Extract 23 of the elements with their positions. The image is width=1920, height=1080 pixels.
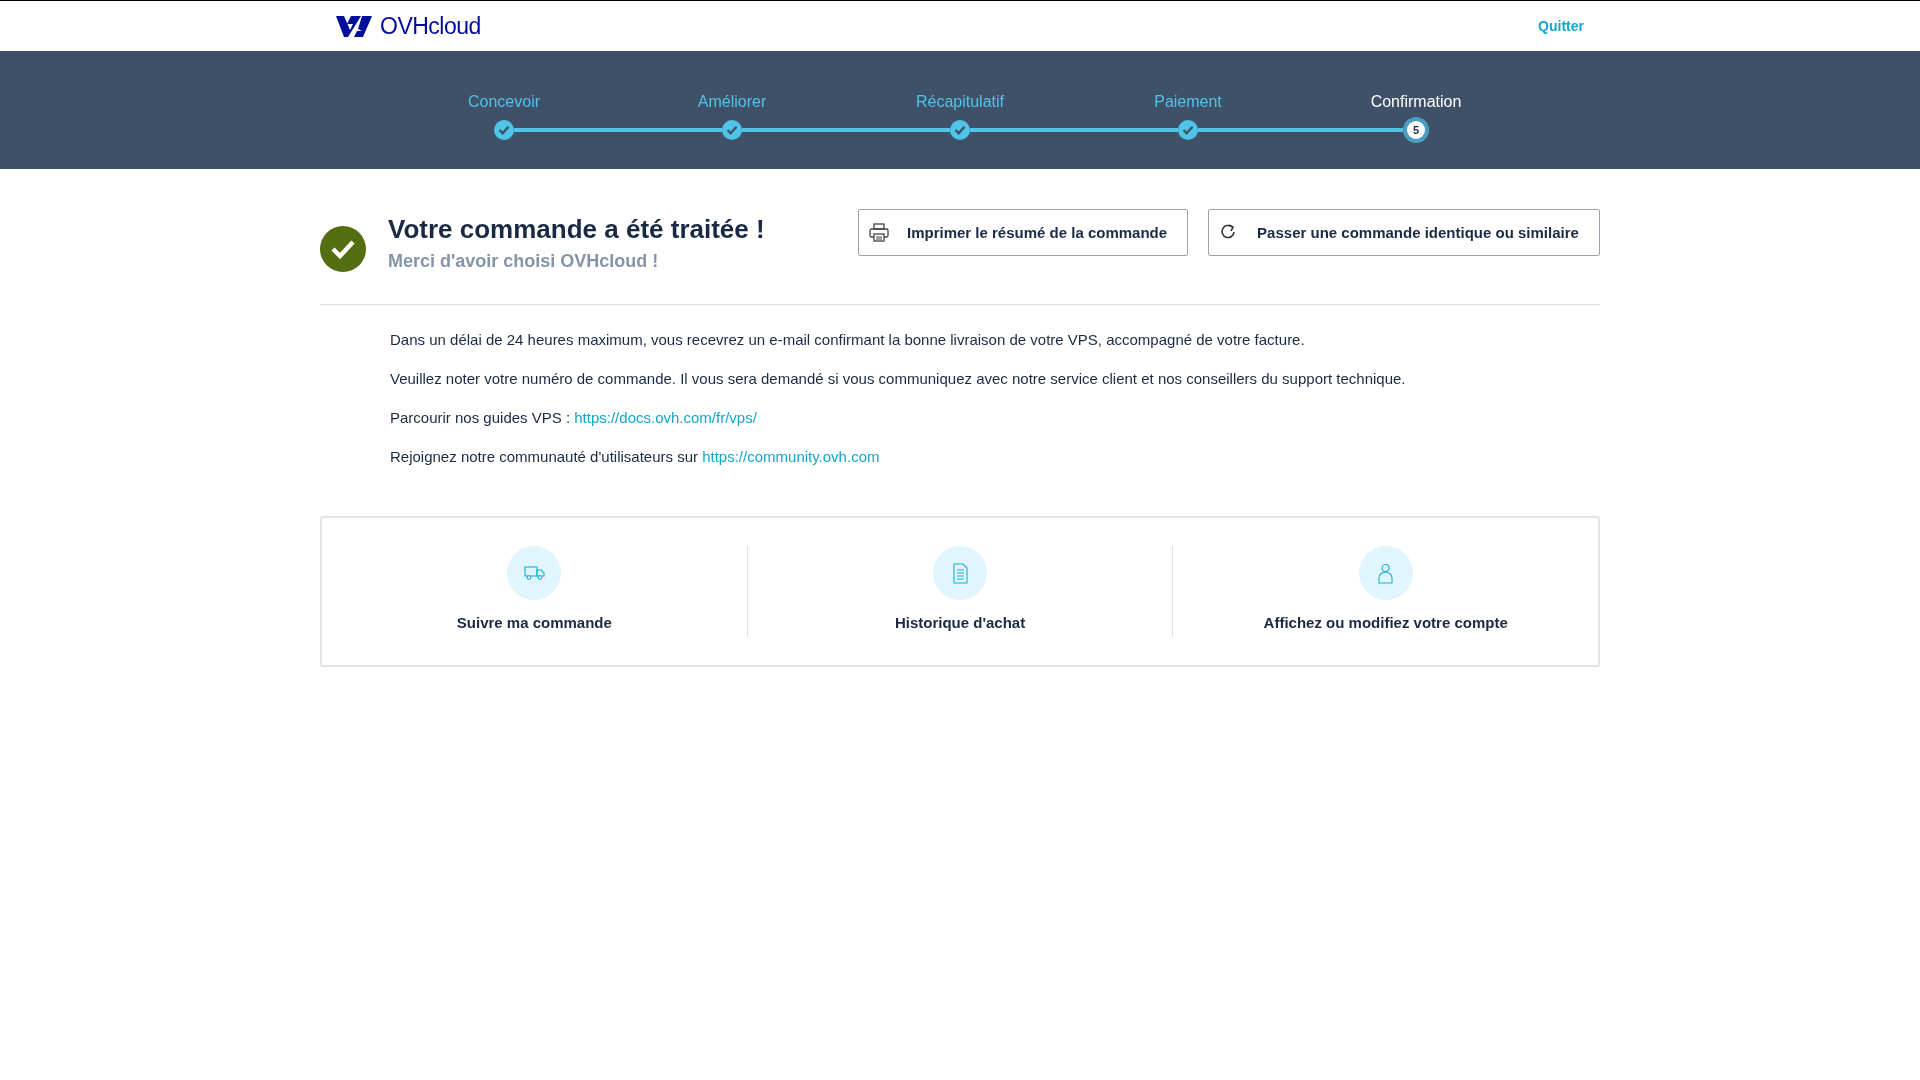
paragraph: Rejoignez notre communauté d'utilisateurs sur xyxy=(390,448,700,465)
logo-text: OVHcloud xyxy=(380,12,481,40)
paragraph: Dans un délai de 24 heures maximum, vous recevrez un e-mail confirmant la bonne livraison de votre VPS, accompagné de votre facture. xyxy=(390,331,1306,349)
paragraph: Veuillez noter votre numéro de commande. Il vous sera demandé si vous communiquez avec notre service client et nos conseillers du support technique. xyxy=(390,370,1407,388)
reorder-button[interactable]: Passer une commande identique ou similaire xyxy=(1208,209,1600,256)
action-link[interactable]: Suivre ma commande xyxy=(456,614,612,637)
url-link[interactable]: https://docs.ovh.com/fr/vps/ xyxy=(574,409,757,426)
action-link[interactable]: Affichez ou modifiez votre compte xyxy=(1263,614,1508,637)
step-label[interactable]: Récapitulatif xyxy=(915,93,1004,111)
step-label[interactable]: Concevoir xyxy=(468,93,540,111)
quit-link[interactable]: Quitter xyxy=(1538,18,1584,34)
print-button[interactable]: Imprimer le résumé de la commande xyxy=(858,209,1189,256)
confirmation-subtitle: Merci d'avoir choisi OVHcloud ! xyxy=(388,251,660,272)
confirmation-title: Votre commande a été traitée ! xyxy=(388,213,766,246)
action-link[interactable]: Historique d'achat xyxy=(894,614,1026,637)
url-link[interactable]: https://community.ovh.com xyxy=(702,448,880,465)
step-label[interactable]: Confirmation xyxy=(1370,93,1462,111)
paragraph: Parcourir nos guides VPS : xyxy=(390,409,572,426)
step-label[interactable]: Paiement xyxy=(1154,93,1222,111)
step-label[interactable]: Améliorer xyxy=(697,93,767,111)
success-check-icon xyxy=(320,226,366,272)
printer-icon xyxy=(869,223,889,242)
step-number: 5 xyxy=(1403,117,1429,143)
